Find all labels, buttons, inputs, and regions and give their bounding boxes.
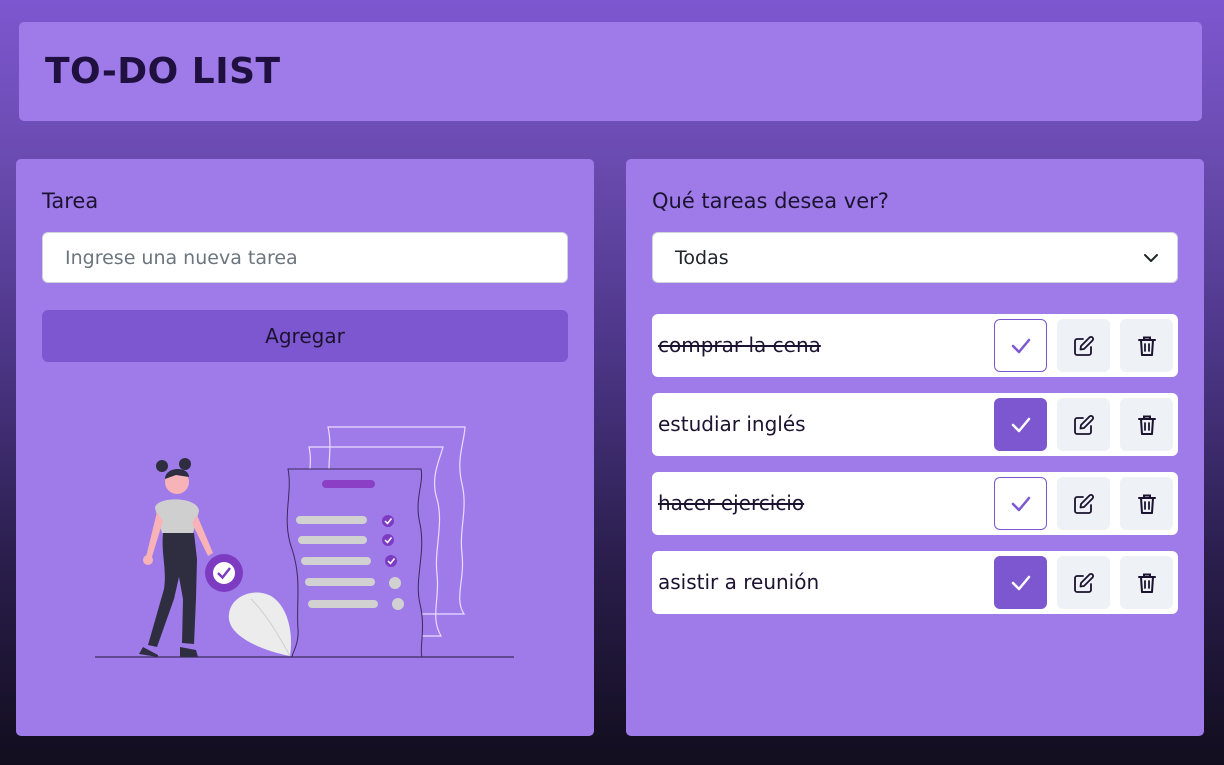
trash-icon xyxy=(1137,336,1156,356)
complete-button[interactable] xyxy=(994,398,1047,451)
task-text: hacer ejercicio xyxy=(658,491,805,515)
delete-button[interactable] xyxy=(1120,477,1173,530)
edit-button[interactable] xyxy=(1057,319,1110,372)
check-icon xyxy=(1011,575,1030,590)
edit-icon xyxy=(1073,493,1094,514)
task-text: comprar la cena xyxy=(658,333,821,357)
task-item: hacer ejercicio xyxy=(652,472,1178,535)
edit-icon xyxy=(1073,335,1094,356)
new-task-card: Tarea Ingrese una nueva tarea Agregar xyxy=(16,159,594,736)
task-item: asistir a reunión xyxy=(652,551,1178,614)
trash-icon xyxy=(1137,494,1156,514)
complete-button[interactable] xyxy=(994,477,1047,530)
complete-button[interactable] xyxy=(994,556,1047,609)
task-text: estudiar inglés xyxy=(658,412,806,436)
chevron-down-icon xyxy=(1144,254,1158,262)
delete-button[interactable] xyxy=(1120,398,1173,451)
task-text: asistir a reunión xyxy=(658,570,820,594)
task-item: comprar la cena xyxy=(652,314,1178,377)
check-icon xyxy=(1011,338,1030,353)
delete-button[interactable] xyxy=(1120,556,1173,609)
app-header: TO-DO LIST xyxy=(19,22,1202,121)
edit-button[interactable] xyxy=(1057,556,1110,609)
edit-icon xyxy=(1073,572,1094,593)
edit-icon xyxy=(1073,414,1094,435)
filter-select[interactable]: Todas xyxy=(652,232,1178,283)
filter-selected-value: Todas xyxy=(675,246,729,269)
delete-button[interactable] xyxy=(1120,319,1173,372)
edit-button[interactable] xyxy=(1057,398,1110,451)
check-icon xyxy=(1011,496,1030,511)
task-list-card: Qué tareas desea ver? Todas comprar la c… xyxy=(626,159,1204,736)
todo-illustration xyxy=(95,426,514,658)
page-title: TO-DO LIST xyxy=(45,51,281,92)
check-icon xyxy=(1011,417,1030,432)
complete-button[interactable] xyxy=(994,319,1047,372)
task-item: estudiar inglés xyxy=(652,393,1178,456)
filter-label: Qué tareas desea ver? xyxy=(652,189,889,213)
trash-icon xyxy=(1137,573,1156,593)
trash-icon xyxy=(1137,415,1156,435)
edit-button[interactable] xyxy=(1057,477,1110,530)
